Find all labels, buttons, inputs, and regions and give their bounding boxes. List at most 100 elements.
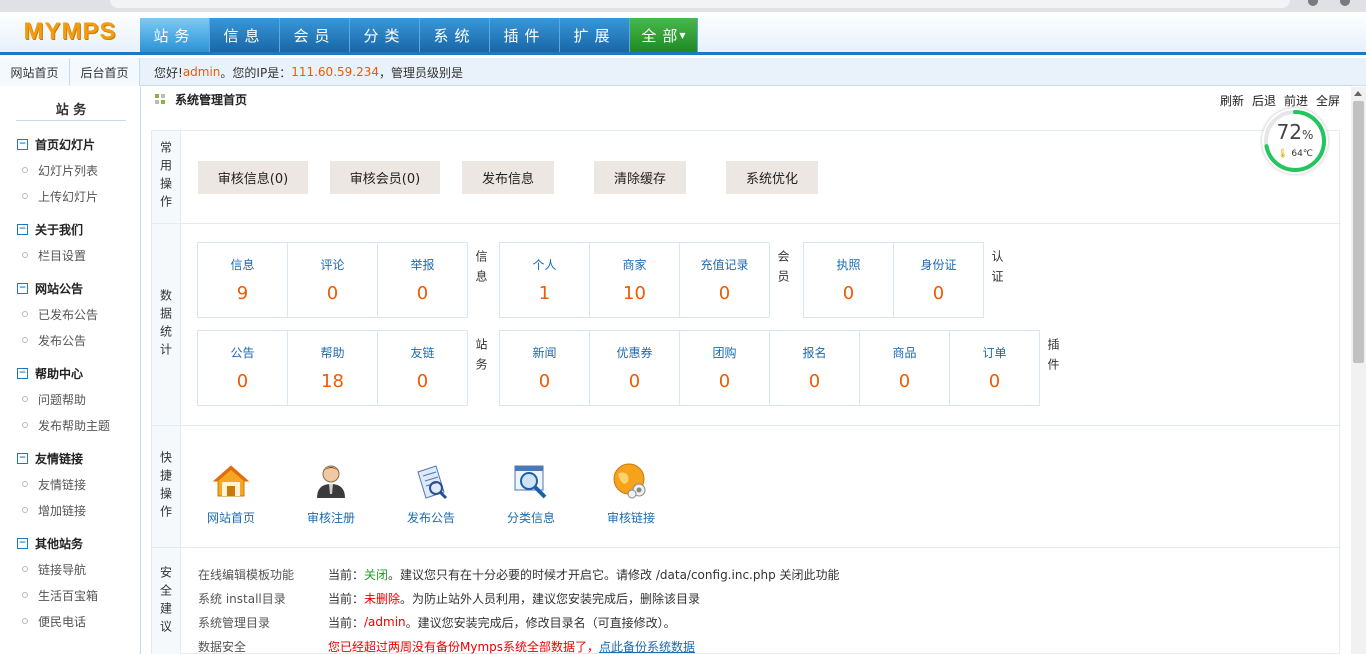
shortcut-label: 审核注册 xyxy=(306,511,355,525)
security-prefix: 当前： xyxy=(328,615,365,630)
stat-label: 友链 xyxy=(410,346,435,360)
memory-gauge[interactable]: 72% 🌡 64℃ xyxy=(1262,108,1328,174)
sidebar-item-label: 链接导航 xyxy=(38,562,87,577)
sidebar-group-friend-links[interactable]: − 友情链接 xyxy=(17,448,83,468)
shortcut-category-info[interactable]: 分类信息 xyxy=(496,462,566,526)
thermometer-icon: 🌡 xyxy=(1277,149,1289,159)
sidebar-group-slideshow[interactable]: − 首页幻灯片 xyxy=(17,134,95,154)
sidebar-group-about[interactable]: − 关于我们 xyxy=(17,219,83,239)
menu-icon[interactable] xyxy=(1340,0,1350,6)
sub-bar: 网站首页 后台首页 您好! admin 。您的IP是： 111.60.59.23… xyxy=(0,58,1366,86)
sidebar-item-column-settings[interactable]: 栏目设置 xyxy=(22,245,86,265)
sidebar-item-friend-links[interactable]: 友情链接 xyxy=(22,474,86,494)
review-info-button[interactable]: 审核信息(0) xyxy=(198,161,308,194)
page-title: 系统管理首页 xyxy=(155,90,247,108)
bullet-icon xyxy=(22,507,28,513)
stat-value: 0 xyxy=(718,283,731,304)
stat-label: 公告 xyxy=(230,346,255,360)
sidebar-item-publish-announcement[interactable]: 发布公告 xyxy=(22,330,86,350)
sidebar-item-link-nav[interactable]: 链接导航 xyxy=(22,559,86,579)
nav-tab-category[interactable]: 分类 xyxy=(350,18,420,52)
stat-cell[interactable]: 举报 0 xyxy=(377,242,468,318)
admin-home-tab[interactable]: 后台首页 xyxy=(70,58,140,86)
site-home-tab[interactable]: 网站首页 xyxy=(0,58,70,86)
scroll-up-icon[interactable] xyxy=(1354,91,1362,96)
stat-cell[interactable]: 执照 0 xyxy=(803,242,894,318)
stat-cell[interactable]: 报名 0 xyxy=(769,330,860,406)
nav-tab-site-affairs[interactable]: 站务 xyxy=(140,18,210,52)
nav-tab-label: 扩展 xyxy=(573,26,616,45)
bullet-icon xyxy=(22,422,28,428)
backup-data-link[interactable]: 点此备份系统数据 xyxy=(599,638,695,654)
security-status: /admin xyxy=(364,615,406,629)
grid-icon xyxy=(155,94,165,104)
stat-cell[interactable]: 身份证 0 xyxy=(893,242,984,318)
stat-cell[interactable]: 团购 0 xyxy=(679,330,770,406)
sidebar-item-published-announcements[interactable]: 已发布公告 xyxy=(22,304,98,324)
stat-value: 0 xyxy=(988,371,1001,392)
stat-group-tag: 插件 xyxy=(1042,330,1062,406)
nav-tab-system[interactable]: 系统 xyxy=(420,18,490,52)
nav-tab-info[interactable]: 信息 xyxy=(210,18,280,52)
sidebar-item-add-link[interactable]: 增加链接 xyxy=(22,500,86,520)
stat-cell[interactable]: 新闻 0 xyxy=(499,330,590,406)
sidebar-group-other[interactable]: − 其他站务 xyxy=(17,533,83,553)
sidebar-group-announcements[interactable]: − 网站公告 xyxy=(17,278,83,298)
nav-tab-member[interactable]: 会员 xyxy=(280,18,350,52)
stat-cell[interactable]: 充值记录 0 xyxy=(679,242,770,318)
profile-icon[interactable] xyxy=(1308,0,1318,6)
nav-tab-extension[interactable]: 扩展 xyxy=(560,18,630,52)
stat-cell[interactable]: 友链 0 xyxy=(377,330,468,406)
vertical-scrollbar[interactable] xyxy=(1351,87,1366,654)
review-member-button[interactable]: 审核会员(0) xyxy=(330,161,440,194)
sidebar-item-phone[interactable]: 便民电话 xyxy=(22,611,86,631)
nav-tab-all[interactable]: 全部 ▼ xyxy=(630,18,698,52)
shortcut-label: 分类信息 xyxy=(506,511,555,525)
stat-cell[interactable]: 订单 0 xyxy=(949,330,1040,406)
sidebar-item-faq[interactable]: 问题帮助 xyxy=(22,389,86,409)
sidebar-item-slide-list[interactable]: 幻灯片列表 xyxy=(22,160,98,180)
fullscreen-link[interactable]: 全屏 xyxy=(1316,92,1340,109)
house-icon xyxy=(212,465,250,497)
stat-cell[interactable]: 信息 9 xyxy=(197,242,288,318)
scroll-thumb[interactable] xyxy=(1353,101,1364,363)
stat-label: 充值记录 xyxy=(700,258,749,272)
stat-cell[interactable]: 个人 1 xyxy=(499,242,590,318)
shortcut-publish-announcement[interactable]: 发布公告 xyxy=(396,462,466,526)
shortcut-label: 网站首页 xyxy=(206,511,255,525)
stat-group-tag: 会员 xyxy=(772,242,792,318)
greeting-text: 您好! admin 。您的IP是： 111.60.59.234 ，管理员级别是 xyxy=(154,58,463,86)
back-link[interactable]: 后退 xyxy=(1252,92,1276,109)
stat-cell[interactable]: 帮助 18 xyxy=(287,330,378,406)
shortcut-site-home[interactable]: 网站首页 xyxy=(196,462,266,526)
sidebar-group-help[interactable]: − 帮助中心 xyxy=(17,363,83,383)
magnifier-icon xyxy=(514,465,547,499)
security-prefix: 当前： xyxy=(328,567,365,582)
top-header: MYMPS 站务 信息 会员 分类 系统 插件 扩展 全部 ▼ xyxy=(0,12,1366,55)
nav-tab-label: 会员 xyxy=(293,26,336,45)
shortcut-review-register[interactable]: 审核注册 xyxy=(296,462,366,526)
sidebar-item-upload-slide[interactable]: 上传幻灯片 xyxy=(22,186,98,206)
address-bar[interactable] xyxy=(110,0,1290,8)
bullet-icon xyxy=(22,337,28,343)
sidebar-item-label: 幻灯片列表 xyxy=(38,163,99,178)
stat-cell[interactable]: 评论 0 xyxy=(287,242,378,318)
stat-cell[interactable]: 公告 0 xyxy=(197,330,288,406)
nav-tab-label: 系统 xyxy=(433,26,476,45)
refresh-link[interactable]: 刷新 xyxy=(1220,92,1244,109)
nav-tab-plugin[interactable]: 插件 xyxy=(490,18,560,52)
publish-info-button[interactable]: 发布信息 xyxy=(462,161,554,194)
collapse-icon: − xyxy=(17,537,28,549)
stat-cell[interactable]: 商家 10 xyxy=(589,242,680,318)
system-optimize-button[interactable]: 系统优化 xyxy=(726,161,818,194)
stat-cell[interactable]: 商品 0 xyxy=(859,330,950,406)
sidebar-item-life-toolbox[interactable]: 生活百宝箱 xyxy=(22,585,98,605)
stat-label: 商品 xyxy=(892,346,917,360)
security-note: 。建议您只有在十分必要的时候才开启它。请修改 /data/config.inc.… xyxy=(388,567,840,582)
clear-cache-button[interactable]: 清除缓存 xyxy=(594,161,686,194)
forward-link[interactable]: 前进 xyxy=(1284,92,1308,109)
sidebar-item-publish-help[interactable]: 发布帮助主题 xyxy=(22,415,110,435)
shortcut-review-links[interactable]: 审核链接 xyxy=(596,462,666,526)
sidebar-group-label: 帮助中心 xyxy=(35,366,84,381)
stat-cell[interactable]: 优惠券 0 xyxy=(589,330,680,406)
